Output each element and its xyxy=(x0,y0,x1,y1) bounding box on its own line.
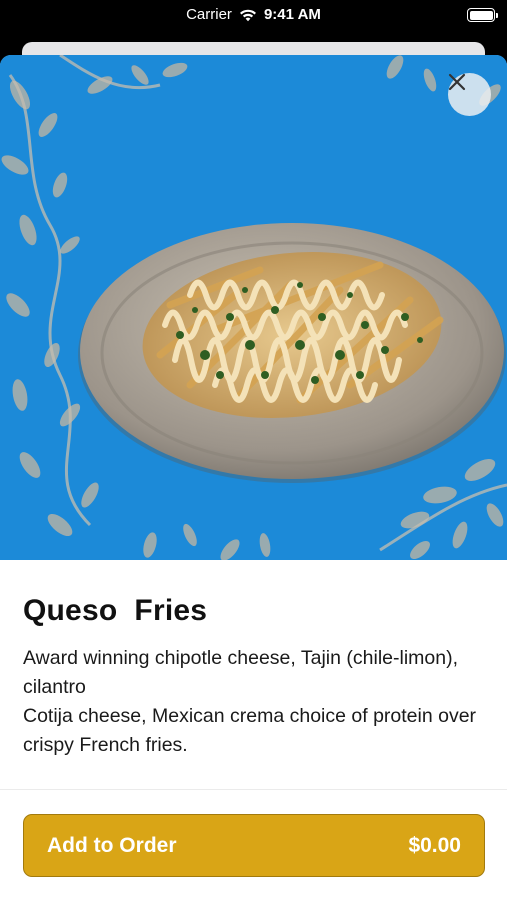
status-bar: Carrier 9:41 AM xyxy=(0,0,507,30)
close-button[interactable] xyxy=(448,73,491,116)
item-photo xyxy=(0,55,507,560)
carrier-label: Carrier xyxy=(186,6,232,23)
add-to-order-button[interactable]: Add to Order $0.00 xyxy=(23,814,485,877)
description-line-1: Award winning chipotle cheese, Tajin (ch… xyxy=(23,647,458,698)
add-to-order-label: Add to Order xyxy=(47,833,177,857)
battery-icon xyxy=(467,8,498,22)
item-description: Award winning chipotle cheese, Tajin (ch… xyxy=(23,644,484,760)
close-icon xyxy=(448,73,466,91)
description-line-2: Cotija cheese, Mexican crema choice of p… xyxy=(23,705,477,756)
fries-plate-photo xyxy=(0,55,507,560)
item-info: Queso Fries Award winning chipotle chees… xyxy=(0,594,507,760)
wifi-icon xyxy=(239,9,256,21)
clock: 9:41 AM xyxy=(263,6,321,23)
item-detail-sheet: Queso Fries Award winning chipotle chees… xyxy=(0,55,507,900)
price-label: $0.00 xyxy=(408,833,461,857)
footer-divider xyxy=(0,789,507,790)
item-title: Queso Fries xyxy=(23,594,208,627)
